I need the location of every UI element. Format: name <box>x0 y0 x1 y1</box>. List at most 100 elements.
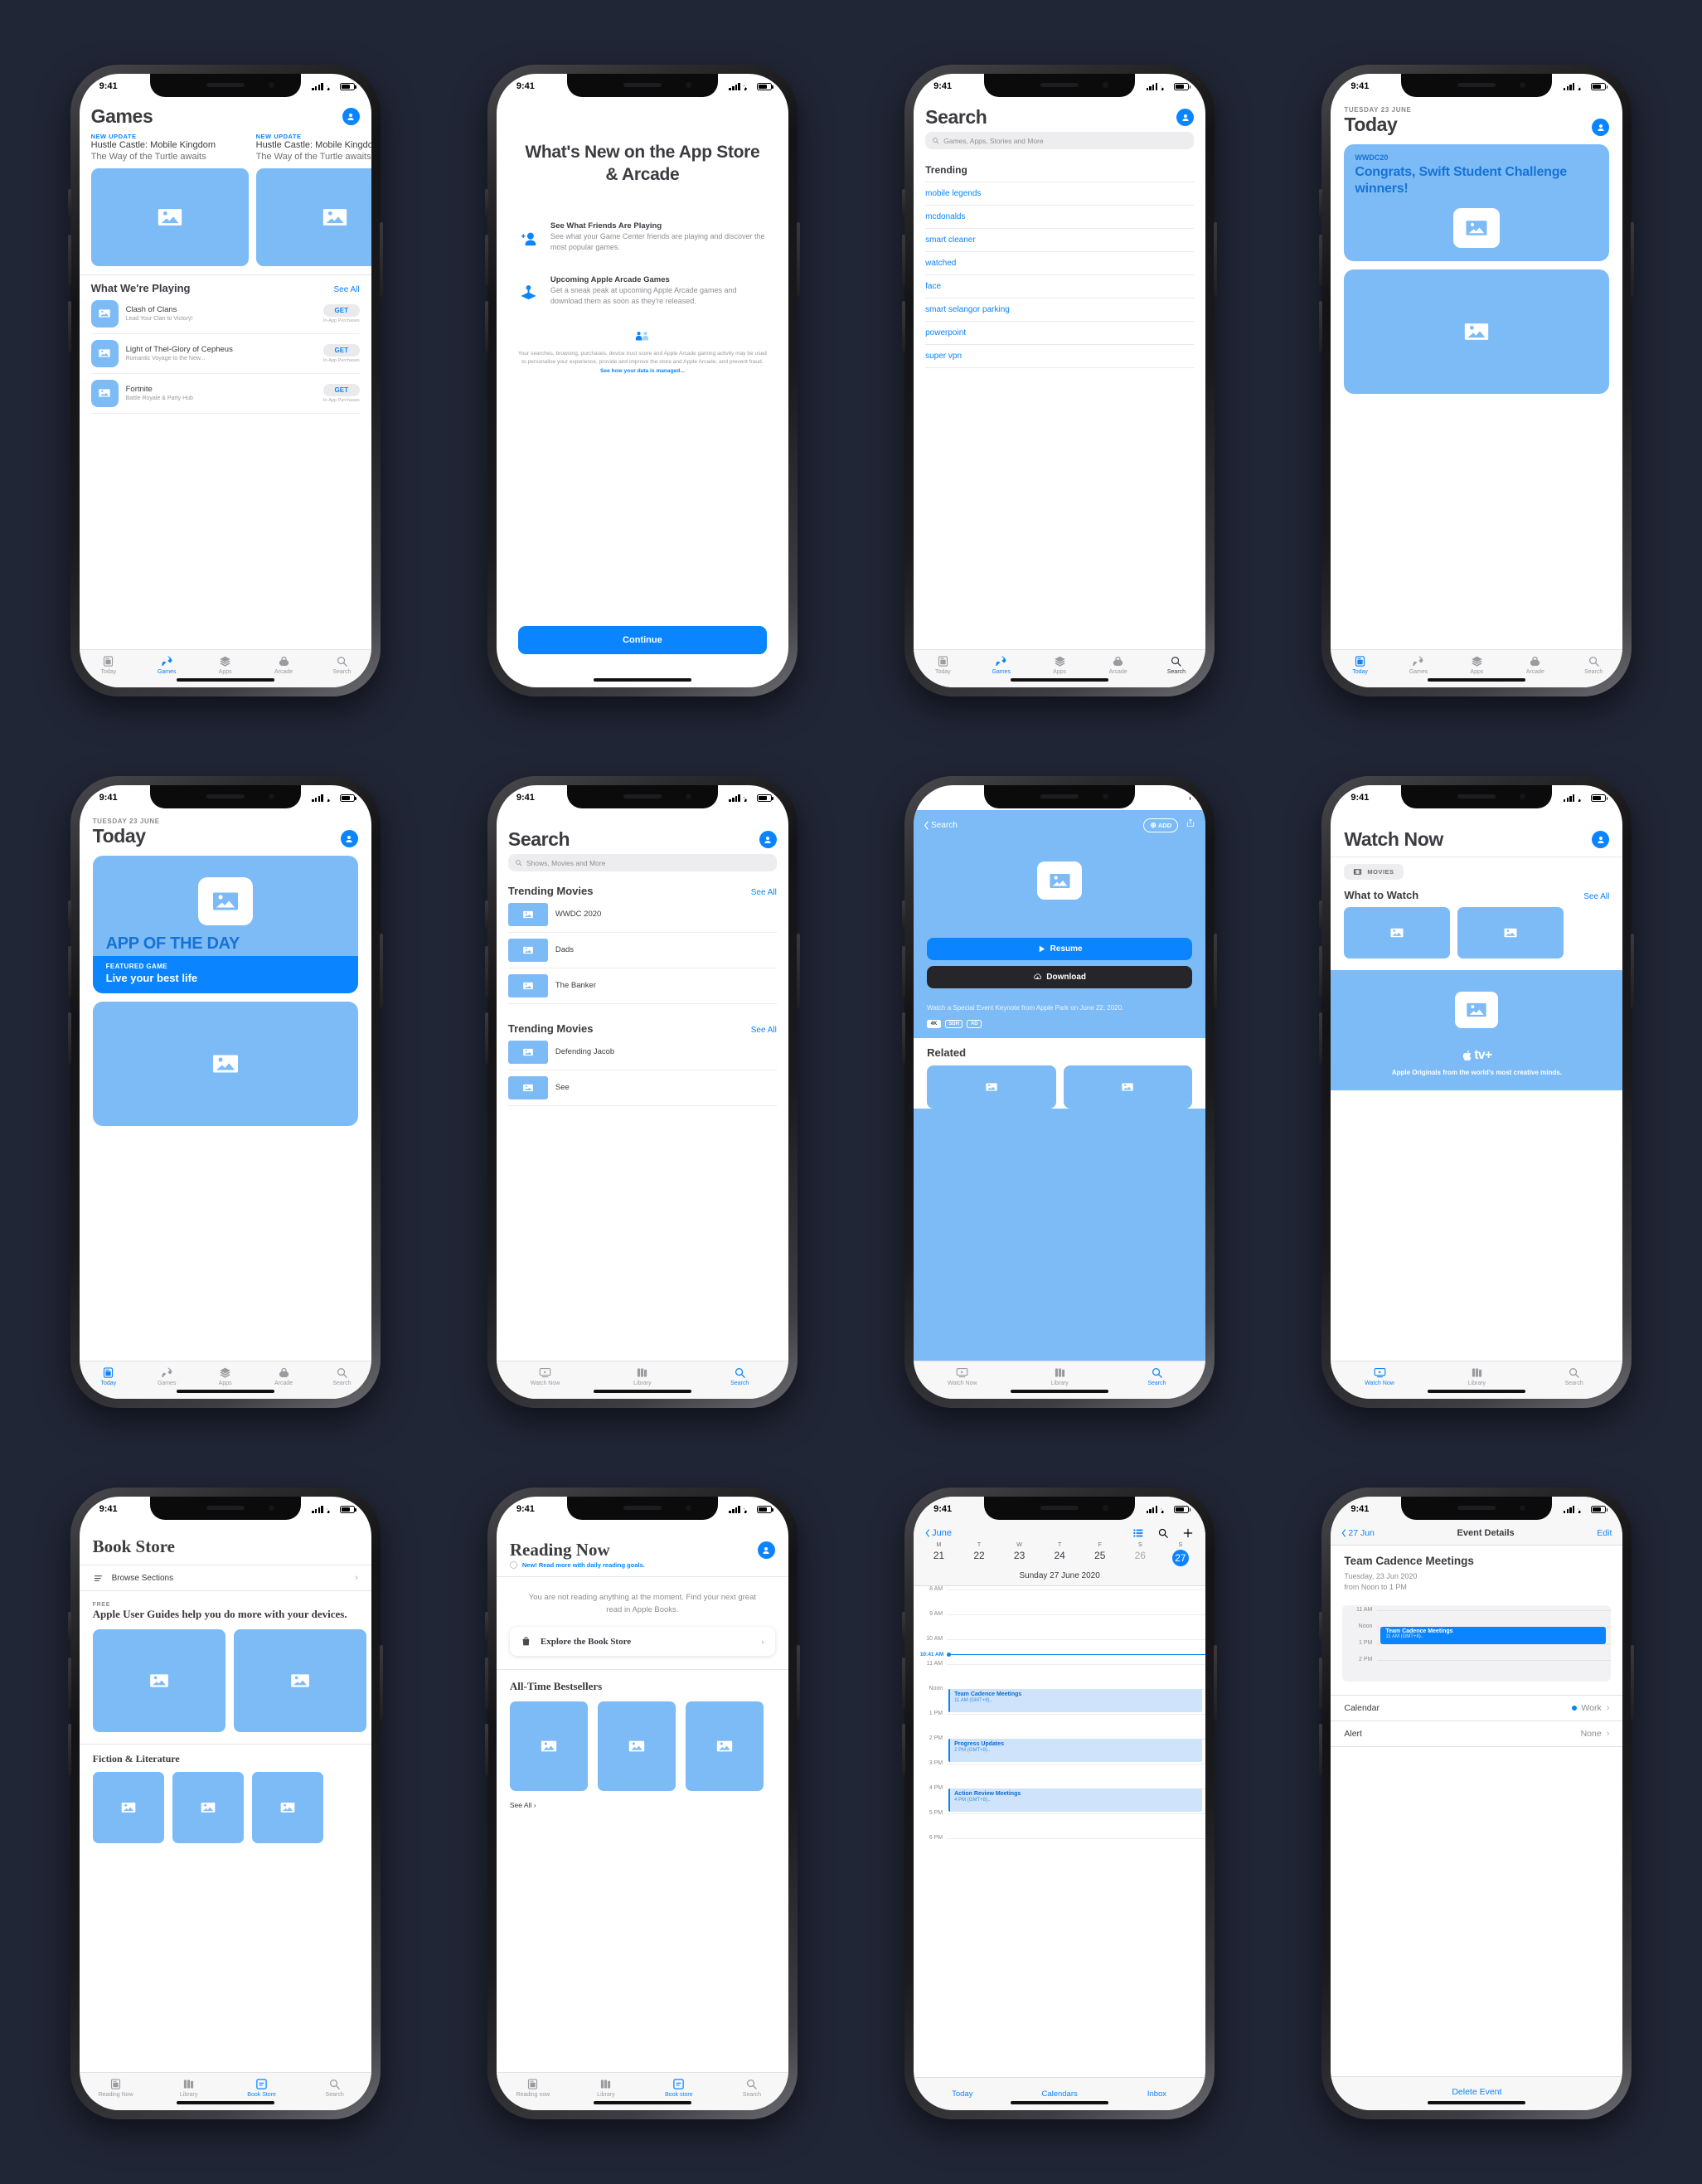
back-button[interactable]: Search <box>924 821 958 830</box>
tab-library[interactable]: Library <box>1428 1366 1525 1386</box>
today-feature-card[interactable]: WWDC20 Congrats, Swift Student Challenge… <box>1344 144 1610 262</box>
tab-apps[interactable]: Apps <box>196 1366 254 1386</box>
avatar[interactable] <box>342 108 360 125</box>
tab-search[interactable]: Search <box>313 655 371 675</box>
guide-card[interactable] <box>92 1628 225 1732</box>
download-button[interactable]: Download <box>927 966 1193 988</box>
tab-games[interactable]: Games <box>138 655 196 675</box>
day-cell[interactable]: 23 <box>999 1550 1040 1566</box>
day-cell[interactable]: 21 <box>919 1550 959 1566</box>
app-list-item[interactable]: Light of Thel-Glory of Cepheus Romantic … <box>90 334 360 374</box>
movie-row[interactable]: The Banker <box>507 968 777 1004</box>
tab-search[interactable]: Search <box>1108 1366 1205 1386</box>
see-all-link[interactable]: See All › <box>497 1791 788 1809</box>
tab-library[interactable]: Library <box>594 1366 691 1386</box>
see-all-link[interactable]: See All <box>751 888 777 897</box>
back-button[interactable]: 27 Jun <box>1341 1528 1375 1538</box>
avatar[interactable] <box>1592 831 1610 848</box>
tab-reading-now[interactable]: Reading Now <box>80 2078 153 2098</box>
featured-card[interactable]: NEW UPDATE Hustle Castle: Mobile Kingdom… <box>90 133 249 266</box>
get-button[interactable]: GET <box>322 383 360 396</box>
browse-sections-row[interactable]: Browse Sections › <box>79 1565 371 1591</box>
movie-row[interactable]: See <box>507 1070 777 1106</box>
mini-event-block[interactable]: Team Cadence Meetings 11 AM (GMT+8).. <box>1380 1627 1607 1645</box>
day-cell[interactable]: 22 <box>959 1550 1000 1566</box>
trending-item[interactable]: watched <box>925 251 1195 274</box>
search-input[interactable]: Games, Apps, Stories and More <box>925 132 1195 149</box>
tab-watch-now[interactable]: Watch Now <box>914 1366 1011 1386</box>
tab-library[interactable]: Library <box>1011 1366 1108 1386</box>
tab-games[interactable]: Games <box>1389 655 1447 675</box>
share-icon[interactable] <box>1186 817 1195 833</box>
app-list-item[interactable]: Fortnite Battle Royale & Party Hub GET I… <box>90 374 360 414</box>
trending-item[interactable]: smart selangor parking <box>925 298 1195 321</box>
reading-goals-banner[interactable]: New! Read more with daily reading goals. <box>496 1561 788 1577</box>
tab-games[interactable]: Games <box>138 1366 196 1386</box>
trending-item[interactable]: smart cleaner <box>925 228 1195 251</box>
day-cell[interactable]: 25 <box>1079 1550 1120 1566</box>
watch-card[interactable] <box>1344 907 1451 959</box>
calendar-row[interactable]: Calendar Work › <box>1331 1696 1623 1722</box>
tab-watch-now[interactable]: Watch Now <box>497 1366 594 1386</box>
edit-button[interactable]: Edit <box>1597 1528 1612 1538</box>
app-list-item[interactable]: Clash of Clans Lead Your Clan to Victory… <box>90 294 360 334</box>
watch-card[interactable] <box>1457 907 1564 959</box>
tab-apps[interactable]: Apps <box>196 655 254 675</box>
calendar-event[interactable]: Team Cadence Meetings 11 AM (GMT+8).. <box>948 1689 1203 1712</box>
trending-item[interactable]: mobile legends <box>925 182 1195 205</box>
see-all-link[interactable]: See All <box>1583 892 1609 901</box>
book-card[interactable] <box>92 1771 164 1843</box>
privacy-link[interactable]: See how your data is managed... <box>600 368 685 374</box>
tab-watch-now[interactable]: Watch Now <box>1331 1366 1428 1386</box>
tab-today[interactable]: Today <box>80 655 138 675</box>
tab-search[interactable]: Search <box>298 2078 371 2098</box>
tab-today[interactable]: Today <box>80 1366 138 1386</box>
movies-filter-chip[interactable]: MOVIES <box>1344 864 1404 880</box>
continue-button[interactable]: Continue <box>517 626 767 654</box>
book-card[interactable] <box>509 1701 588 1792</box>
tab-search[interactable]: Search <box>691 1366 788 1386</box>
add-event-icon[interactable] <box>1182 1527 1194 1539</box>
tab-library[interactable]: Library <box>570 2078 642 2098</box>
trending-item[interactable]: mcdonalds <box>925 205 1195 228</box>
calendar-event[interactable]: Progress Updates 2 PM (GMT+8).. <box>948 1739 1203 1762</box>
guide-card[interactable] <box>233 1628 366 1732</box>
day-cell-selected[interactable]: 27 <box>1161 1550 1201 1566</box>
today-secondary-card[interactable] <box>1344 269 1610 395</box>
tab-arcade[interactable]: Arcade <box>1506 655 1564 675</box>
avatar[interactable] <box>759 831 777 848</box>
tab-arcade[interactable]: Arcade <box>255 655 313 675</box>
related-card[interactable] <box>927 1065 1056 1109</box>
tab-today[interactable]: Today <box>1331 655 1389 675</box>
featured-card[interactable]: NEW UPDATE Hustle Castle: Mobile Kingdom… <box>255 133 371 266</box>
movie-row[interactable]: Defending Jacob <box>507 1035 777 1070</box>
add-button[interactable]: ⊕ ADD <box>1143 818 1179 832</box>
trending-item[interactable]: powerpoint <box>925 321 1195 344</box>
get-button[interactable]: GET <box>322 303 360 317</box>
avatar[interactable] <box>1592 119 1610 136</box>
search-input[interactable]: Shows, Movies and More <box>507 854 777 871</box>
toolbar-today[interactable]: Today <box>914 2089 1011 2099</box>
app-of-the-day-card[interactable]: APP OF THE DAY FEATURED GAME Live your b… <box>92 856 358 994</box>
tab-apps[interactable]: Apps <box>1447 655 1506 675</box>
tab-reading-now[interactable]: Reading now <box>497 2078 570 2098</box>
back-button[interactable]: June <box>925 1528 952 1538</box>
tab-search[interactable]: Search <box>1525 1366 1622 1386</box>
day-cell[interactable]: 24 <box>1040 1550 1080 1566</box>
tab-library[interactable]: Library <box>153 2078 225 2098</box>
toolbar-inbox[interactable]: Inbox <box>1108 2089 1205 2099</box>
delete-event-button[interactable]: Delete Event <box>1331 2076 1623 2110</box>
tab-search[interactable]: Search <box>313 1366 371 1386</box>
book-card[interactable] <box>172 1771 244 1843</box>
resume-button[interactable]: Resume <box>927 938 1193 960</box>
tab-search[interactable]: Search <box>1564 655 1622 675</box>
tab-arcade[interactable]: Arcade <box>1089 655 1147 675</box>
list-view-icon[interactable] <box>1132 1527 1144 1539</box>
trending-item[interactable]: super vpn <box>925 344 1195 367</box>
today-secondary-card[interactable] <box>92 1002 358 1127</box>
avatar[interactable] <box>340 830 358 847</box>
movie-row[interactable]: WWDC 2020 <box>507 897 777 933</box>
see-all-link[interactable]: See All <box>333 285 359 294</box>
explore-book-store-button[interactable]: Explore the Book Store › <box>509 1627 775 1657</box>
book-card[interactable] <box>597 1701 676 1792</box>
